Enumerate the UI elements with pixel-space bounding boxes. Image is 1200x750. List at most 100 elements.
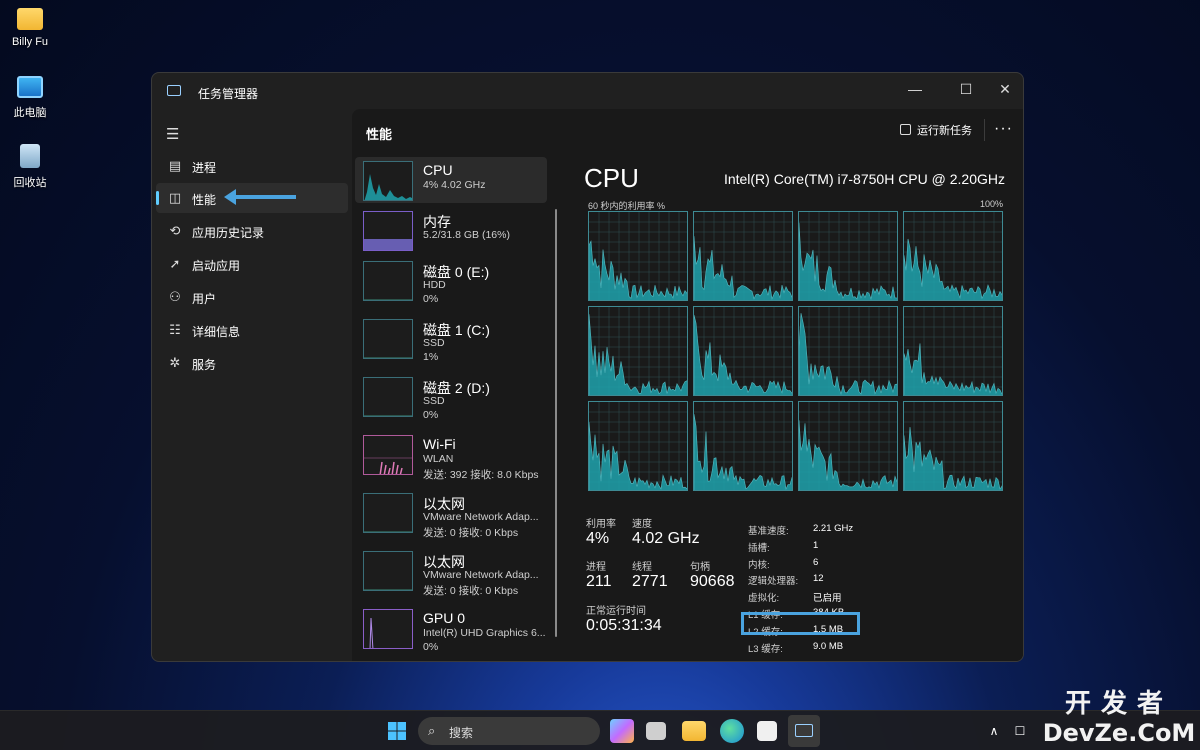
desktop-icon-label: 回收站 bbox=[13, 177, 47, 189]
cpu-core-graph bbox=[588, 306, 688, 396]
start-button[interactable] bbox=[385, 719, 409, 743]
device-detail: 0% bbox=[423, 641, 439, 653]
task-manager-icon bbox=[795, 724, 813, 737]
spec-value: 9.0 MB bbox=[813, 641, 844, 652]
recycle-bin-icon bbox=[20, 144, 40, 168]
sidebar-item-history[interactable]: ⟲ 应用历史记录 bbox=[156, 216, 348, 246]
sidebar-item-details[interactable]: ☷ 详细信息 bbox=[156, 315, 348, 345]
users-icon: ⚇ bbox=[169, 289, 181, 304]
minimize-button[interactable]: — bbox=[895, 77, 935, 101]
sidebar-item-services[interactable]: ✲ 服务 bbox=[156, 348, 348, 378]
edge-icon[interactable] bbox=[720, 719, 744, 743]
device-item[interactable]: CPU 4% 4.02 GHz bbox=[355, 157, 547, 203]
sidebar-item-startup[interactable]: ➚ 启动应用 bbox=[156, 249, 348, 279]
watermark: 开发者 DevZe.CoM bbox=[1038, 683, 1200, 746]
show-hidden-icons-icon[interactable]: ∧ bbox=[982, 719, 1006, 743]
spec-value: 6 bbox=[813, 557, 819, 568]
spec-value: 已启用 bbox=[813, 593, 842, 604]
device-name: CPU bbox=[423, 162, 453, 178]
file-explorer-icon[interactable] bbox=[682, 721, 706, 741]
device-item[interactable]: 内存 5.2/31.8 GB (16%) bbox=[355, 207, 547, 253]
task-manager-icon bbox=[167, 85, 181, 96]
cpu-core-graph bbox=[693, 211, 793, 301]
handles-label: 句柄 bbox=[690, 562, 710, 573]
device-item[interactable]: 磁盘 1 (C:) SSD 1% bbox=[355, 315, 547, 371]
device-detail: 0% bbox=[423, 409, 439, 421]
desktop-icon-this-pc[interactable]: 此电脑 bbox=[0, 76, 60, 120]
device-detail: 1% bbox=[423, 351, 439, 363]
sidebar-item-label: 用户 bbox=[192, 292, 217, 306]
device-detail: SSD bbox=[423, 395, 445, 407]
device-item[interactable]: 磁盘 0 (E:) HDD 0% bbox=[355, 257, 547, 313]
uptime-label: 正常运行时间 bbox=[586, 606, 646, 617]
threads-value: 2771 bbox=[632, 573, 668, 590]
device-item[interactable]: GPU 0 Intel(R) UHD Graphics 6... 0% bbox=[355, 605, 547, 661]
close-button[interactable]: ✕ bbox=[985, 77, 1023, 101]
watermark-line-1: 开发者 bbox=[1064, 689, 1173, 719]
utilization-value: 4% bbox=[586, 530, 610, 547]
sidebar-item-users[interactable]: ⚇ 用户 bbox=[156, 282, 348, 312]
spec-label: 基准速度: bbox=[748, 526, 789, 537]
processes-icon: ▤ bbox=[168, 158, 182, 173]
spec-value: 2.21 GHz bbox=[813, 523, 854, 534]
spec-label: 虚拟化: bbox=[748, 593, 780, 604]
sidebar-item-processes[interactable]: ▤ 进程 bbox=[156, 151, 348, 181]
device-detail: VMware Network Adap... bbox=[423, 569, 539, 581]
store-icon[interactable] bbox=[757, 721, 777, 741]
device-item[interactable]: 以太网 VMware Network Adap... 发送: 0 接收: 0 Kbp… bbox=[355, 489, 547, 545]
title-bar[interactable]: 任务管理器 — ☐ ✕ bbox=[152, 73, 1023, 109]
copilot-icon[interactable] bbox=[610, 719, 634, 743]
more-options-button[interactable]: ··· bbox=[994, 120, 1013, 138]
maximize-button[interactable]: ☐ bbox=[946, 77, 986, 101]
task-manager-window: 任务管理器 — ☐ ✕ ☰ ▤ 进程 ◫ 性能 ⟲ 应用历史记录 ➚ 启动应用 ⚇ 用户 ☷ 详细信息… bbox=[151, 72, 1024, 662]
desktop-icon-label: 此电脑 bbox=[13, 107, 47, 119]
device-detail: 发送: 0 接收: 0 Kbps bbox=[423, 585, 519, 597]
tablet-icon[interactable]: ☐ bbox=[1008, 719, 1032, 743]
device-item[interactable]: 以太网 VMware Network Adap... 发送: 0 接收: 0 Kbp… bbox=[355, 547, 547, 603]
device-mini-graph bbox=[363, 211, 413, 251]
cpu-core-graph bbox=[903, 401, 1003, 491]
device-detail: 发送: 392 接收: 8.0 Kbps bbox=[423, 469, 539, 481]
cpu-core-graph bbox=[798, 401, 898, 491]
graph-max-label: 100% bbox=[980, 199, 1004, 209]
taskbar: ⌕ 搜索 ∧ ☐ bbox=[0, 710, 1200, 750]
task-manager-taskbar-button[interactable] bbox=[788, 715, 820, 747]
device-mini-graph bbox=[363, 493, 413, 533]
desktop-icon-label: Billy Fu bbox=[11, 36, 49, 48]
desktop-icon-folder[interactable]: Billy Fu bbox=[0, 8, 60, 48]
handles-value: 90668 bbox=[690, 573, 735, 590]
cpu-model: Intel(R) Core(TM) i7-8750H CPU @ 2.20GHz bbox=[723, 171, 1005, 187]
device-name: Wi-Fi bbox=[423, 436, 456, 452]
cpu-core-graph bbox=[588, 401, 688, 491]
spec-value: 1 bbox=[813, 540, 819, 551]
start-icon bbox=[388, 722, 406, 740]
device-mini-graph bbox=[363, 435, 413, 475]
main-panel: 性能 运行新任务 ··· CPU 4% 4.02 GHz 内存 5.2/31.8 GB… bbox=[352, 109, 1023, 661]
uptime-value: 0:05:31:34 bbox=[586, 617, 662, 634]
processes-value: 211 bbox=[586, 573, 612, 590]
utilization-label: 利用率 bbox=[586, 519, 616, 530]
run-new-task-label: 运行新任务 bbox=[917, 125, 972, 137]
computer-icon bbox=[17, 76, 43, 98]
sidebar-item-label: 启动应用 bbox=[192, 259, 241, 273]
watermark-line-2: DevZe.CoM bbox=[1042, 719, 1196, 747]
annotation-arrow bbox=[224, 189, 296, 205]
menu-icon[interactable]: ☰ bbox=[166, 125, 179, 143]
cpu-core-graph bbox=[798, 306, 898, 396]
run-new-task-button[interactable]: 运行新任务 bbox=[900, 122, 972, 138]
spec-label: 内核: bbox=[748, 560, 770, 571]
sidebar-item-label: 性能 bbox=[192, 193, 217, 207]
cpu-core-graph bbox=[693, 401, 793, 491]
device-detail: 发送: 0 接收: 0 Kbps bbox=[423, 527, 519, 539]
cpu-core-graph bbox=[903, 306, 1003, 396]
search-box[interactable]: ⌕ 搜索 bbox=[418, 717, 600, 745]
task-view-icon[interactable] bbox=[646, 722, 666, 740]
device-mini-graph bbox=[363, 319, 413, 359]
desktop-icon-recycle-bin[interactable]: 回收站 bbox=[0, 144, 60, 190]
device-detail: SSD bbox=[423, 337, 445, 349]
virtualization-highlight bbox=[741, 612, 860, 635]
device-list-scrollbar[interactable] bbox=[555, 209, 557, 637]
device-item[interactable]: Wi-Fi WLAN 发送: 392 接收: 8.0 Kbps bbox=[355, 431, 547, 487]
cpu-core-graph bbox=[588, 211, 688, 301]
device-item[interactable]: 磁盘 2 (D:) SSD 0% bbox=[355, 373, 547, 429]
